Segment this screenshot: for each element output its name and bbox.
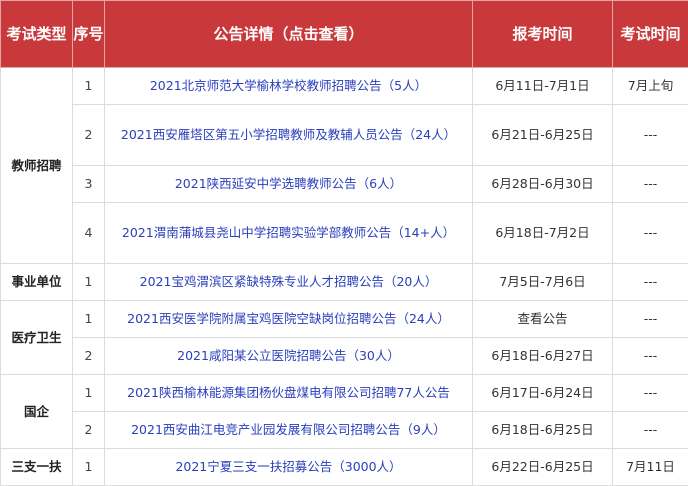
row-index: 1 [72,300,105,338]
row-index: 2 [72,411,105,449]
exam-time: --- [612,411,688,449]
table-header-row: 考试类型 序号 公告详情（点击查看） 报考时间 考试时间 [0,0,688,68]
row-index: 4 [72,202,105,264]
exam-time: --- [612,202,688,264]
table-row: 2 2021西安雁塔区第五小学招聘教师及教辅人员公告（24人） 6月21日-6月… [1,104,688,166]
table-row: 2 2021咸阳某公立医院招聘公告（30人） 6月18日-6月27日 --- [1,337,688,375]
exam-time: --- [612,263,688,301]
table-row: 医疗卫生 1 2021西安医学院附属宝鸡医院空缺岗位招聘公告（24人） 查看公告… [0,300,688,375]
notice-link[interactable]: 2021北京师范大学榆林学校教师招聘公告（5人） [150,78,427,93]
row-index: 1 [72,263,105,301]
exam-time: 7月11日 [612,448,688,486]
table-row: 教师招聘 1 2021北京师范大学榆林学校教师招聘公告（5人） 6月11日-7月… [0,67,688,264]
apply-time: 7月5日-7月6日 [472,263,613,301]
table-row: 4 2021渭南蒲城县尧山中学招聘实验学部教师公告（14+人） 6月18日-7月… [1,202,688,264]
row-index: 2 [72,104,105,166]
recruitment-table: 考试类型 序号 公告详情（点击查看） 报考时间 考试时间 教师招聘 1 2021… [0,0,688,486]
row-index: 3 [72,165,105,203]
apply-time: 6月11日-7月1日 [472,67,613,105]
notice-link[interactable]: 2021西安医学院附属宝鸡医院空缺岗位招聘公告（24人） [127,311,450,326]
notice-link[interactable]: 2021渭南蒲城县尧山中学招聘实验学部教师公告（14+人） [122,225,455,240]
apply-time: 6月18日-6月25日 [472,411,613,449]
notice-link[interactable]: 2021宁夏三支一扶招募公告（3000人） [175,459,401,474]
apply-time: 6月21日-6月25日 [472,104,613,166]
row-index: 1 [72,67,105,105]
category-three-supports: 三支一扶 [0,448,73,486]
apply-time: 6月18日-6月27日 [472,337,613,375]
table-row: 3 2021陕西延安中学选聘教师公告（6人） 6月28日-6月30日 --- [1,165,688,203]
category-teacher: 教师招聘 [0,67,73,264]
apply-time: 6月28日-6月30日 [472,165,613,203]
row-index: 1 [72,448,105,486]
header-index: 序号 [72,0,105,68]
row-index: 1 [72,374,105,412]
exam-time: --- [612,337,688,375]
exam-time: 7月上旬 [612,67,688,105]
notice-link[interactable]: 2021西安雁塔区第五小学招聘教师及教辅人员公告（24人） [121,127,456,142]
header-apply-time: 报考时间 [472,0,613,68]
exam-time: --- [612,104,688,166]
header-detail: 公告详情（点击查看） [104,0,473,68]
exam-time: --- [612,300,688,338]
category-public-institution: 事业单位 [0,263,73,301]
apply-time: 6月18日-7月2日 [472,202,613,264]
notice-link[interactable]: 2021宝鸡渭滨区紧缺特殊专业人才招聘公告（20人） [140,274,438,289]
notice-link[interactable]: 2021咸阳某公立医院招聘公告（30人） [177,348,400,363]
table-row: 三支一扶 1 2021宁夏三支一扶招募公告（3000人） 6月22日-6月25日… [0,448,688,486]
table-row: 事业单位 1 2021宝鸡渭滨区紧缺特殊专业人才招聘公告（20人） 7月5日-7… [0,263,688,301]
category-medical: 医疗卫生 [0,300,73,375]
exam-time: --- [612,374,688,412]
apply-time: 6月17日-6月24日 [472,374,613,412]
exam-time: --- [612,165,688,203]
table-row: 2 2021西安曲江电竞产业园发展有限公司招聘公告（9人） 6月18日-6月25… [1,411,688,449]
category-state-owned: 国企 [0,374,73,449]
notice-link[interactable]: 2021陕西榆林能源集团杨伙盘煤电有限公司招聘77人公告 [127,385,450,400]
table-row: 国企 1 2021陕西榆林能源集团杨伙盘煤电有限公司招聘77人公告 6月17日-… [0,374,688,449]
header-type: 考试类型 [0,0,73,68]
apply-time: 6月22日-6月25日 [472,448,613,486]
notice-link[interactable]: 2021陕西延安中学选聘教师公告（6人） [175,176,402,191]
row-index: 2 [72,337,105,375]
apply-time: 查看公告 [472,300,613,338]
header-exam-time: 考试时间 [612,0,688,68]
notice-link[interactable]: 2021西安曲江电竞产业园发展有限公司招聘公告（9人） [131,422,446,437]
